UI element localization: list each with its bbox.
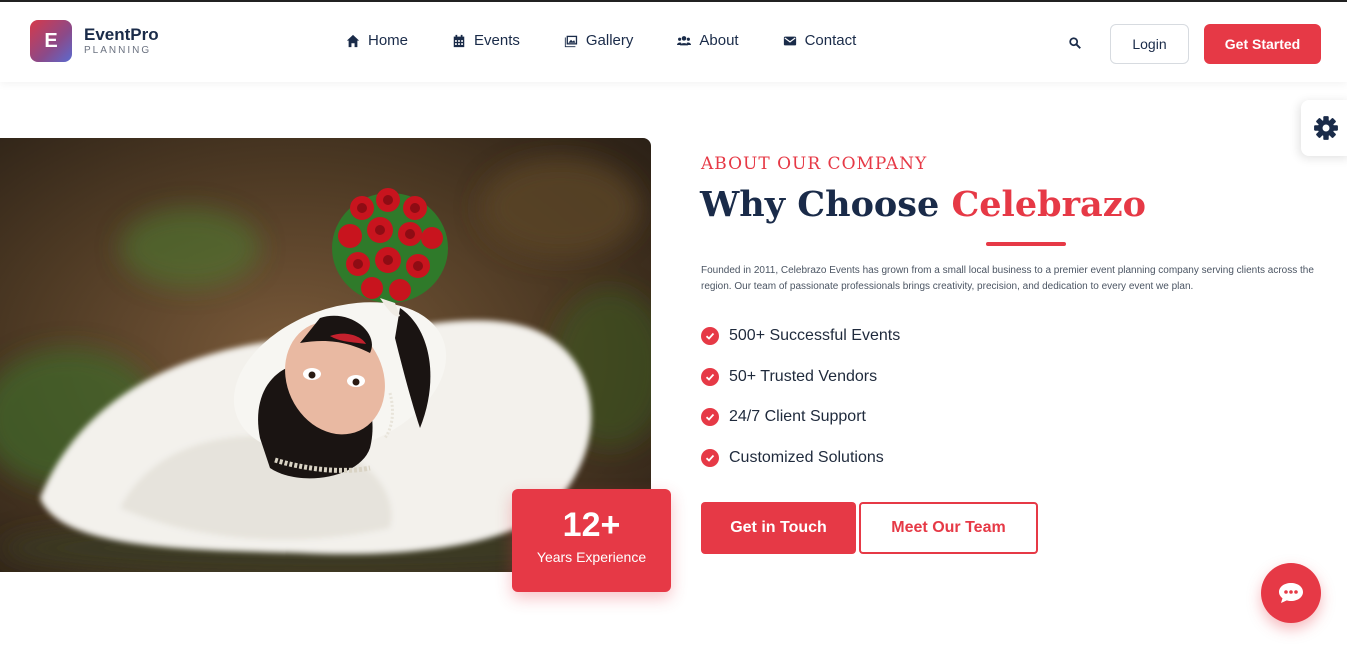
logo-badge: E [30, 20, 72, 62]
heading-plain: Why Choose [700, 184, 952, 225]
section-heading: Why Choose Celebrazo [700, 184, 1146, 225]
nav-label: Contact [804, 32, 857, 49]
nav-label: Home [368, 32, 409, 49]
nav-item-home[interactable]: Home [346, 32, 408, 49]
list-item: 24/7 Client Support [701, 407, 900, 427]
users-icon [677, 35, 692, 45]
section-eyebrow: ABOUT OUR COMPANY [701, 154, 928, 174]
brand-logo[interactable]: E EventPro PLANNING [30, 20, 159, 62]
experience-label: Years Experience [536, 549, 647, 565]
experience-number: 12+ [562, 506, 621, 544]
feature-list: 500+ Successful Events 50+ Trusted Vendo… [701, 326, 900, 488]
login-button[interactable]: Login [1110, 24, 1189, 64]
check-circle-icon [701, 448, 719, 467]
nav-item-about[interactable]: About [677, 32, 739, 49]
check-circle-icon [701, 367, 719, 386]
experience-badge: 12+ Years Experience [512, 489, 671, 592]
search-icon[interactable] [1068, 36, 1082, 50]
feature-text: Customized Solutions [729, 448, 884, 466]
heading-accent: Celebrazo [951, 184, 1146, 225]
about-description: Founded in 2011, Celebrazo Events has gr… [701, 265, 1314, 292]
calendar-icon [453, 34, 465, 47]
nav-item-gallery[interactable]: Gallery [564, 32, 634, 49]
chat-button[interactable] [1261, 563, 1321, 623]
list-item: 50+ Trusted Vendors [701, 367, 900, 387]
nav-label: About [699, 32, 739, 49]
gear-icon [1314, 116, 1338, 140]
feature-text: 500+ Successful Events [729, 327, 901, 344]
feature-text: 24/7 Client Support [729, 408, 866, 425]
get-in-touch-button[interactable]: Get in Touch [701, 502, 856, 554]
envelope-icon [783, 36, 796, 45]
meet-our-team-button[interactable]: Meet Our Team [859, 502, 1038, 554]
main-nav: Home Events Gallery About Contact [346, 32, 900, 49]
nav-label: Events [474, 32, 520, 49]
home-icon [346, 34, 360, 47]
brand-tagline: PLANNING [84, 44, 152, 56]
feature-text: 50+ Trusted Vendors [729, 367, 878, 385]
list-item: 500+ Successful Events [701, 326, 900, 346]
chat-bubble-icon [1279, 583, 1303, 603]
nav-label: Gallery [585, 32, 634, 49]
nav-item-contact[interactable]: Contact [783, 32, 857, 49]
nav-item-events[interactable]: Events [452, 32, 520, 49]
list-item: Customized Solutions [701, 448, 900, 468]
heading-underline [986, 242, 1066, 246]
images-icon [564, 35, 577, 47]
check-circle-icon [701, 327, 719, 345]
settings-tab[interactable] [1301, 100, 1347, 156]
get-started-button[interactable]: Get Started [1204, 24, 1321, 64]
site-header: E EventPro PLANNING Home Events Gallery … [0, 2, 1347, 82]
check-circle-icon [701, 408, 719, 426]
brand-name: EventPro [84, 24, 159, 44]
